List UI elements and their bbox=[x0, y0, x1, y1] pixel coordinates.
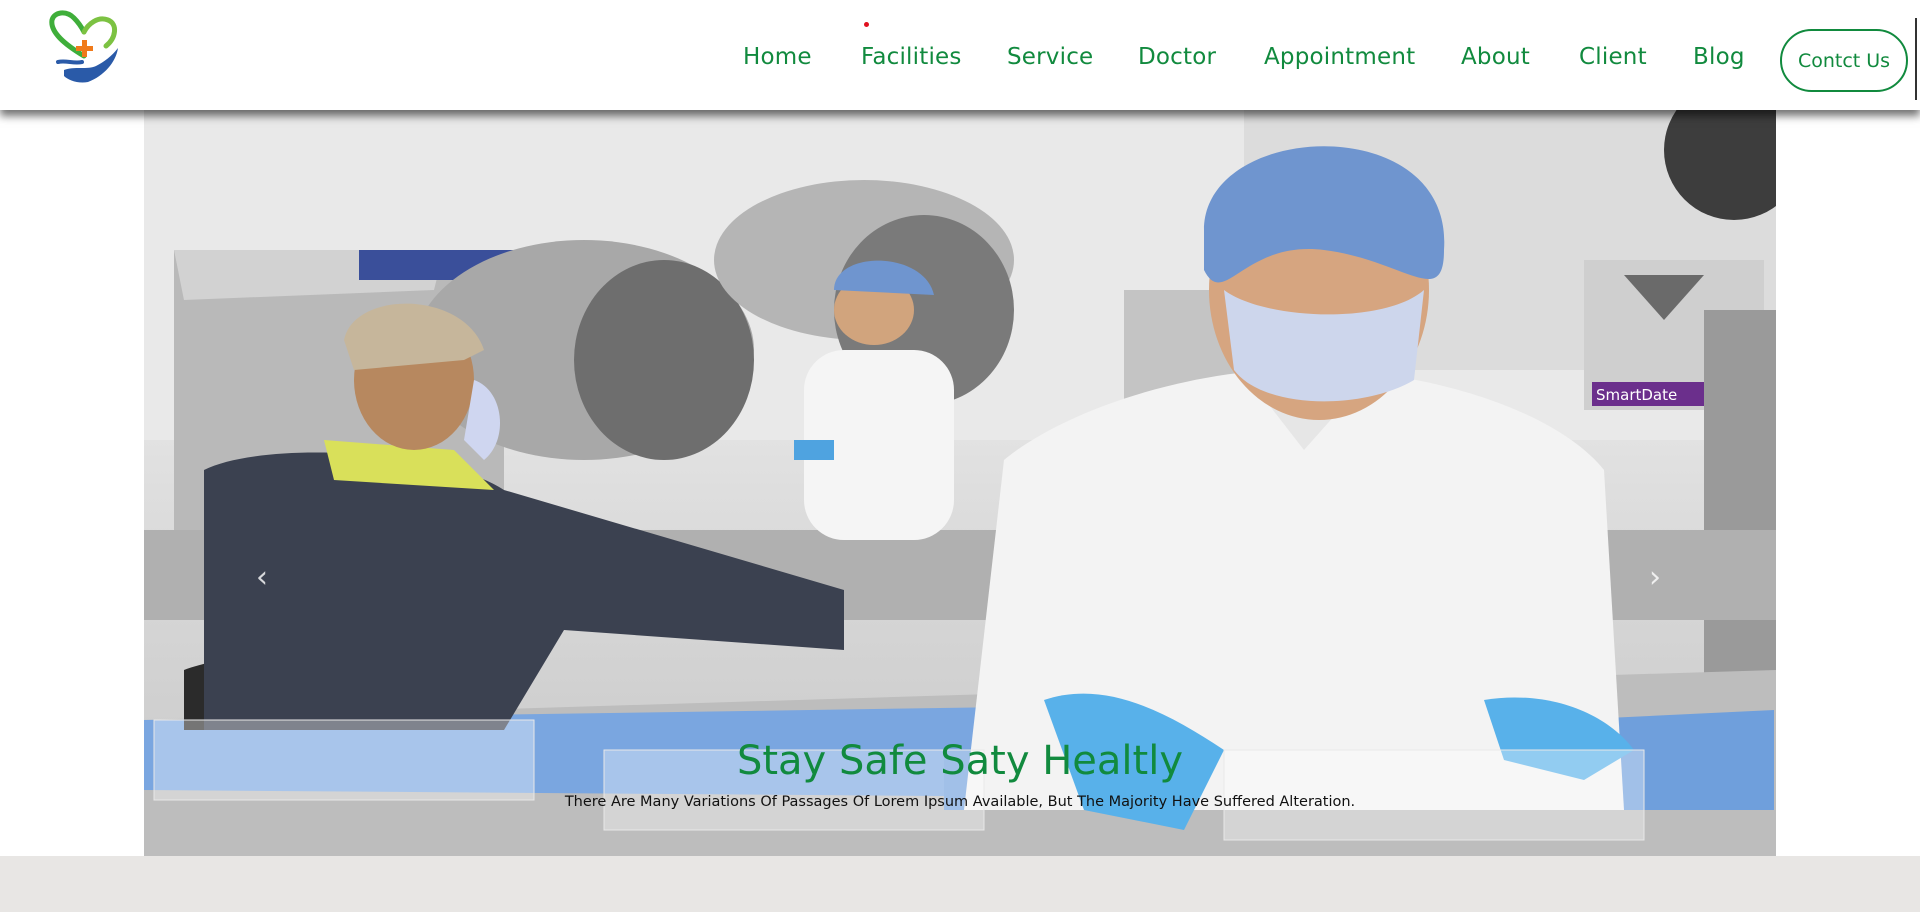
hero-subtitle: There Are Many Variations Of Passages Of… bbox=[564, 794, 1356, 810]
scrollbar-edge bbox=[1915, 18, 1917, 100]
hero-slider: SmartDate ‹ › Stay Safe Saty Healtly The… bbox=[144, 110, 1776, 856]
chevron-right-icon[interactable]: › bbox=[1649, 560, 1661, 595]
active-nav-indicator bbox=[864, 22, 869, 27]
section-background-band bbox=[0, 856, 1920, 912]
nav-item-appointment[interactable]: Appointment bbox=[1264, 44, 1415, 70]
machine-label: SmartDate bbox=[1596, 386, 1677, 404]
nav-item-client[interactable]: Client bbox=[1579, 44, 1647, 70]
nav-item-about[interactable]: About bbox=[1461, 44, 1530, 70]
nav-item-service[interactable]: Service bbox=[1007, 44, 1093, 70]
nav-item-blog[interactable]: Blog bbox=[1693, 44, 1745, 70]
nav-item-facilities[interactable]: Facilities bbox=[861, 44, 962, 70]
logo-icon[interactable] bbox=[44, 10, 122, 86]
contact-us-button[interactable]: Contct Us bbox=[1780, 29, 1908, 92]
site-header: Home Facilities Service Doctor Appointme… bbox=[0, 0, 1920, 110]
nav-item-doctor[interactable]: Doctor bbox=[1138, 44, 1216, 70]
hero-title: Stay Safe Saty Healtly bbox=[736, 738, 1184, 784]
chevron-left-icon[interactable]: ‹ bbox=[256, 560, 268, 595]
nav-item-home[interactable]: Home bbox=[743, 44, 812, 70]
